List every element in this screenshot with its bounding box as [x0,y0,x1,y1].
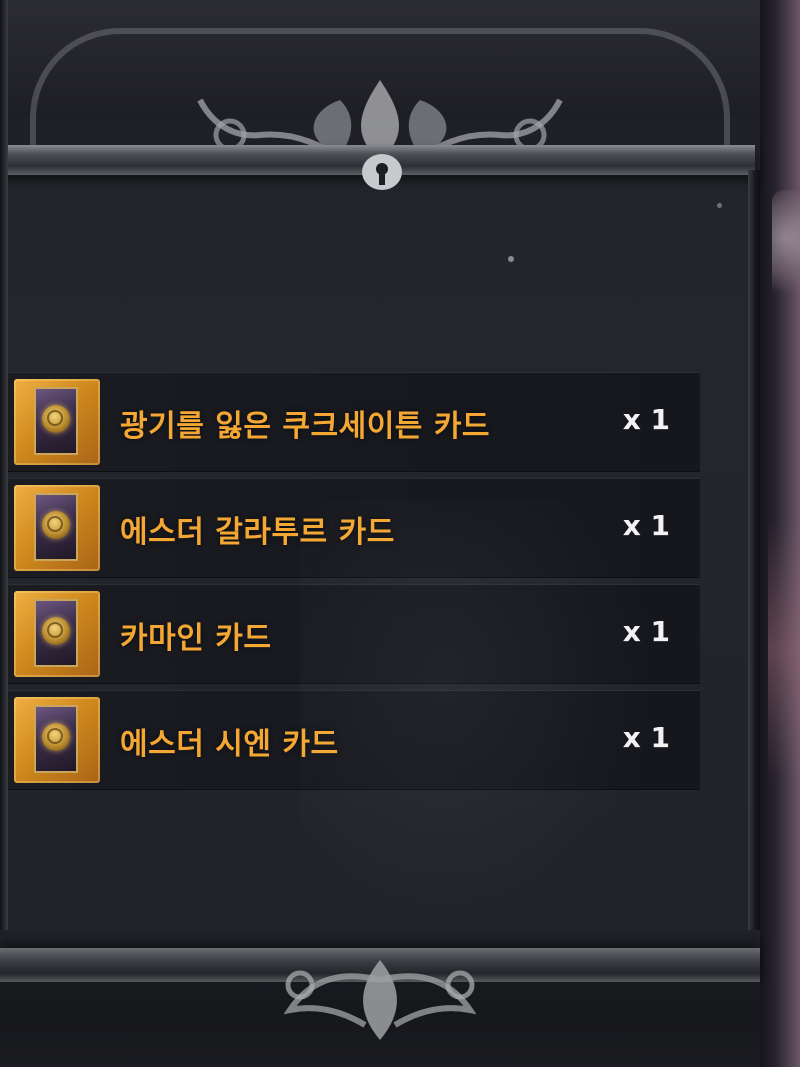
card-art [34,705,78,773]
item-name: 광기를 잃은 쿠크세이튼 카드 [120,409,491,444]
item-name: 에스더 갈라투르 카드 [120,515,395,550]
reward-item-row[interactable]: 카마인 카드 x 1 [8,584,700,684]
card-art [34,387,78,455]
card-seal-icon [42,511,70,539]
item-name: 카마인 카드 [120,621,272,656]
reward-list: 광기를 잃은 쿠크세이튼 카드 x 1 에스더 갈라투르 카드 x 1 카마인 … [8,372,700,796]
right-frame-edge [748,170,760,950]
card-icon[interactable] [14,485,100,571]
card-icon[interactable] [14,697,100,783]
item-quantity: x 1 [622,403,670,436]
card-seal-icon [42,723,70,751]
top-frame-arch [30,28,730,158]
item-name: 에스더 시엔 카드 [120,727,339,762]
decorative-shading [768,520,800,780]
reward-item-row[interactable]: 에스더 시엔 카드 x 1 [8,690,700,790]
card-art [34,599,78,667]
keyhole-icon [362,154,402,190]
card-icon[interactable] [14,591,100,677]
card-icon[interactable] [14,379,100,465]
bottom-frame-rail [0,948,760,982]
frame-rivet [717,203,722,208]
reward-window: 광기를 잃은 쿠크세이튼 카드 x 1 에스더 갈라투르 카드 x 1 카마인 … [0,0,800,1067]
item-quantity: x 1 [622,509,670,542]
background-window-edge [760,0,800,1067]
decorative-flower [772,190,800,310]
item-quantity: x 1 [622,721,670,754]
item-quantity: x 1 [622,615,670,648]
left-frame-edge [0,0,8,1067]
card-art [34,493,78,561]
reward-item-row[interactable]: 에스더 갈라투르 카드 x 1 [8,478,700,578]
reward-item-row[interactable]: 광기를 잃은 쿠크세이튼 카드 x 1 [8,372,700,472]
card-seal-icon [42,617,70,645]
dust-speck [508,256,514,262]
card-seal-icon [42,405,70,433]
